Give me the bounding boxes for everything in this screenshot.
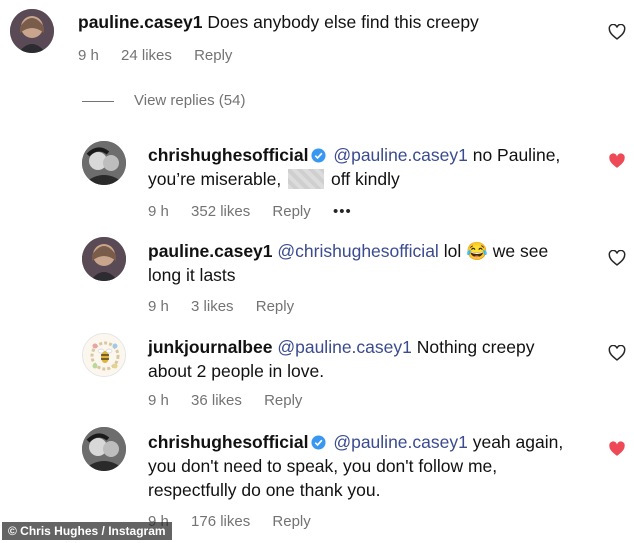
- likes-count[interactable]: 24 likes: [121, 47, 172, 64]
- timestamp: 9 h: [148, 298, 169, 315]
- divider-line: [82, 100, 114, 102]
- comment-meta: 9 h 3 likes Reply: [148, 298, 312, 315]
- censored-word: [288, 169, 325, 189]
- comment-text: chrishughesofficial @pauline.casey1 no P…: [148, 143, 588, 191]
- comment-meta: 9 h 176 likes Reply: [148, 513, 329, 530]
- mention-link[interactable]: @pauline.casey1: [333, 145, 468, 165]
- likes-count[interactable]: 36 likes: [191, 392, 242, 409]
- comment-body-2: you don't need to speak, you don't follo…: [148, 456, 498, 476]
- heart-icon[interactable]: [608, 250, 626, 266]
- comment-body: Nothing creepy: [416, 337, 535, 357]
- likes-count[interactable]: 176 likes: [191, 513, 250, 530]
- timestamp: 9 h: [78, 47, 99, 64]
- comment-body: no Pauline,: [472, 145, 561, 165]
- comment-meta: 9 h 24 likes Reply: [78, 47, 250, 64]
- timestamp: 9 h: [148, 392, 169, 409]
- heart-icon[interactable]: [608, 345, 626, 361]
- mention-link[interactable]: @pauline.casey1: [277, 337, 412, 357]
- comment-text: junkjournalbee @pauline.casey1 Nothing c…: [148, 335, 588, 383]
- comment-body-2: long it lasts: [148, 265, 236, 285]
- comment-body-3: off kindly: [331, 169, 400, 189]
- comment-body: Does anybody else find this creepy: [207, 12, 479, 32]
- reply-button[interactable]: Reply: [256, 298, 294, 315]
- mention-link[interactable]: @chrishughesofficial: [277, 241, 438, 261]
- view-replies-button[interactable]: View replies (54): [82, 92, 245, 109]
- view-replies-label: View replies (54): [134, 92, 246, 109]
- heart-icon[interactable]: [608, 441, 626, 457]
- comment-body-2: you’re miserable,: [148, 169, 282, 189]
- username[interactable]: junkjournalbee: [148, 337, 272, 357]
- more-options-button[interactable]: •••: [333, 203, 352, 220]
- username[interactable]: chrishughesofficial: [148, 432, 308, 452]
- likes-count[interactable]: 352 likes: [191, 203, 250, 220]
- heart-icon[interactable]: [608, 153, 626, 169]
- comment-body: yeah again,: [472, 432, 564, 452]
- verified-badge-icon: [311, 435, 326, 450]
- comment-text: pauline.casey1 Does anybody else find th…: [78, 10, 479, 34]
- comment-body: lol 😂 we see: [443, 241, 549, 261]
- verified-badge-icon: [311, 148, 326, 163]
- avatar[interactable]: [10, 9, 54, 53]
- comment-meta: 9 h 352 likes Reply •••: [148, 203, 370, 220]
- comment-meta: 9 h 36 likes Reply: [148, 392, 320, 409]
- reply-button[interactable]: Reply: [194, 47, 232, 64]
- avatar[interactable]: [82, 333, 126, 377]
- comment-text: pauline.casey1 @chrishughesofficial lol …: [148, 239, 588, 287]
- avatar[interactable]: [82, 237, 126, 281]
- likes-count[interactable]: 3 likes: [191, 298, 234, 315]
- heart-icon[interactable]: [608, 24, 626, 40]
- username[interactable]: pauline.casey1: [148, 241, 273, 261]
- avatar[interactable]: [82, 141, 126, 185]
- timestamp: 9 h: [148, 203, 169, 220]
- reply-button[interactable]: Reply: [272, 513, 310, 530]
- comment-text: chrishughesofficial @pauline.casey1 yeah…: [148, 430, 588, 502]
- username[interactable]: pauline.casey1: [78, 12, 203, 32]
- mention-link[interactable]: @pauline.casey1: [333, 432, 468, 452]
- comment-body-2: about 2 people in love.: [148, 361, 325, 381]
- comment-body-3: respectfully do one thank you.: [148, 480, 381, 500]
- reply-button[interactable]: Reply: [272, 203, 310, 220]
- reply-button[interactable]: Reply: [264, 392, 302, 409]
- photo-credit: © Chris Hughes / Instagram: [2, 522, 172, 540]
- avatar[interactable]: [82, 427, 126, 471]
- username[interactable]: chrishughesofficial: [148, 145, 308, 165]
